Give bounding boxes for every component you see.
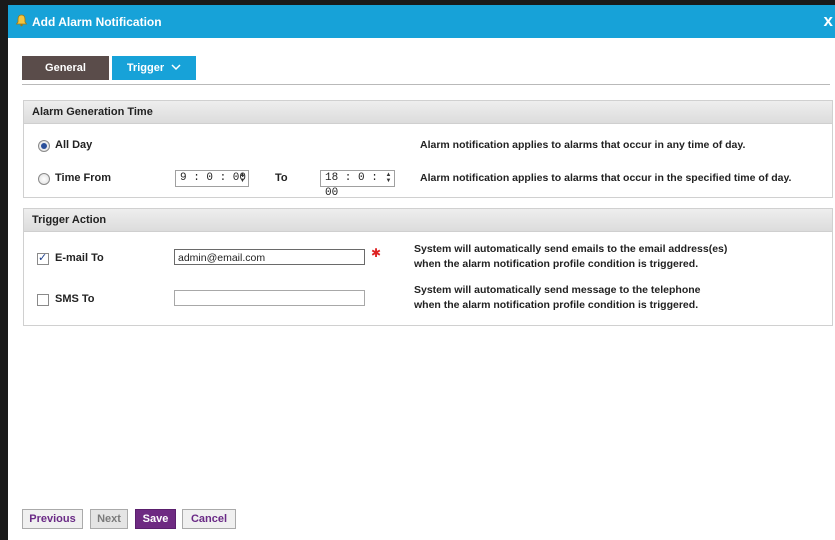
tab-general[interactable]: General <box>22 56 109 80</box>
sms-field[interactable] <box>174 290 365 306</box>
window-frame-left <box>0 0 8 540</box>
alarm-bell-icon <box>15 14 28 30</box>
all-day-label: All Day <box>55 139 93 151</box>
close-icon[interactable]: x <box>824 11 833 31</box>
tab-trigger[interactable]: Trigger <box>112 56 196 80</box>
time-from-label: Time From <box>55 172 112 184</box>
sms-to-checkbox[interactable] <box>37 294 49 306</box>
dialog-title: Add Alarm Notification <box>32 15 162 29</box>
chevron-down-icon <box>171 56 181 80</box>
time-from-value: 9 : 0 : 00 <box>180 172 247 184</box>
spinner-arrows-icon[interactable]: ▲ ▼ <box>238 172 247 185</box>
tab-trigger-label: Trigger <box>126 62 165 74</box>
email-to-label: E-mail To <box>55 252 104 264</box>
spinner-arrows-icon[interactable]: ▲ ▼ <box>384 172 393 185</box>
cancel-button[interactable]: Cancel <box>182 509 236 529</box>
required-marker-icon: ✱ <box>371 246 382 260</box>
sms-to-label: SMS To <box>55 293 95 305</box>
dialog-title-bar: Add Alarm Notification x <box>8 5 835 38</box>
email-description-line1: System will automatically send emails to… <box>414 243 728 255</box>
tab-divider <box>22 84 830 85</box>
alarm-generation-time-panel: Alarm Generation Time All Day Alarm noti… <box>23 100 833 199</box>
time-to-spinner[interactable]: 18 : 0 : 00 ▲ ▼ <box>320 170 395 199</box>
previous-button[interactable]: Previous <box>22 509 83 529</box>
trigger-action-panel: Trigger Action E-mail To admin@email.com… <box>23 208 833 326</box>
sms-description-line2: when the alarm notification profile cond… <box>414 299 699 311</box>
email-description-line2: when the alarm notification profile cond… <box>414 258 699 270</box>
sms-description-line1: System will automatically send message t… <box>414 284 701 296</box>
time-from-description: Alarm notification applies to alarms tha… <box>420 172 792 184</box>
next-button[interactable]: Next <box>90 509 128 529</box>
section-heading: Alarm Generation Time <box>24 101 832 124</box>
time-from-radio[interactable] <box>38 173 50 185</box>
section-heading: Trigger Action <box>24 209 832 232</box>
to-label: To <box>275 172 288 184</box>
email-field[interactable]: admin@email.com <box>174 249 365 265</box>
time-from-spinner[interactable]: 9 : 0 : 00 ▲ ▼ <box>175 170 249 187</box>
all-day-radio[interactable] <box>38 140 50 152</box>
email-to-checkbox[interactable] <box>37 251 49 265</box>
all-day-description: Alarm notification applies to alarms tha… <box>420 139 746 151</box>
save-button[interactable]: Save <box>135 509 176 529</box>
